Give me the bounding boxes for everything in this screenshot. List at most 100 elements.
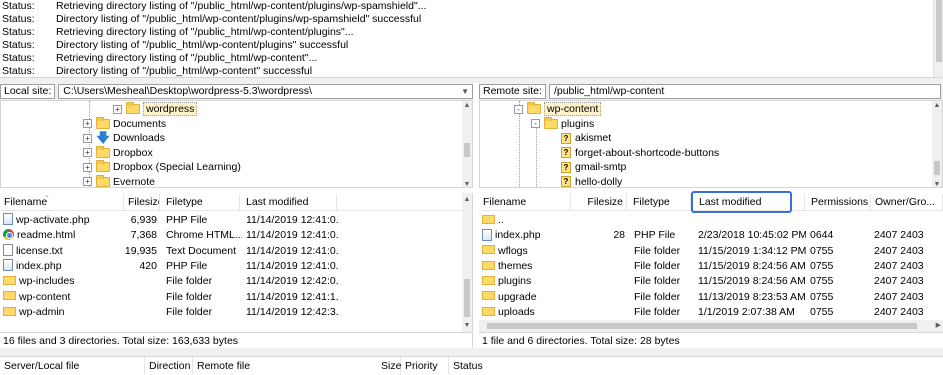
local-file-name-cell: index.php: [3, 259, 123, 274]
remote-file-row[interactable]: plugins File folder 11/15/2019 8:24:56 AM 0…: [479, 274, 943, 289]
remote-site-path-input[interactable]: /public_html/wp-content: [548, 84, 941, 99]
queue-col-priority[interactable]: Priority: [401, 357, 449, 375]
remote-file-modified: 11/15/2019 1:34:12 PM: [698, 244, 806, 257]
remote-file-type: PHP File: [634, 229, 676, 242]
local-col-last-modified[interactable]: Last modified: [242, 194, 337, 211]
chevron-down-icon[interactable]: ▼: [461, 85, 469, 98]
expand-toggle-icon[interactable]: +: [83, 133, 92, 143]
remote-col-permissions[interactable]: Permissions: [807, 194, 871, 211]
remote-file-row[interactable]: themes File folder 11/15/2019 8:24:56 AM 07…: [479, 259, 943, 274]
queue-col-status[interactable]: Status: [449, 357, 549, 375]
local-file-row[interactable]: index.php 420 PHP File 11/14/2019 12:41:0..…: [0, 259, 463, 274]
remote-tree-item[interactable]: ? akismet: [561, 131, 611, 145]
remote-file-permissions: 0755: [810, 275, 834, 288]
local-tree-item[interactable]: + 🡇 Downloads: [83, 131, 165, 145]
local-file-type: Text Document: [166, 244, 237, 257]
expand-toggle-icon[interactable]: +: [113, 104, 122, 114]
remote-tree-item[interactable]: - plugins: [531, 116, 595, 131]
local-tree-item[interactable]: + wordpress: [113, 102, 198, 116]
remote-file-permissions: 0755: [810, 244, 834, 257]
remote-tree-item[interactable]: ? gmail-smtp: [561, 160, 626, 174]
download-arrow-icon: 🡇: [96, 130, 110, 145]
transfer-queue[interactable]: Server/Local file Direction Remote file …: [0, 356, 943, 375]
local-file-list[interactable]: Filename Filesize Filetype Last modified…: [0, 193, 473, 332]
expand-toggle-icon[interactable]: +: [83, 177, 92, 186]
remote-tree-item-label: plugins: [561, 117, 595, 130]
php-file-icon: [3, 213, 13, 226]
remote-file-size: 28: [613, 229, 625, 242]
expand-toggle-icon[interactable]: +: [83, 148, 92, 157]
remote-col-filetype[interactable]: Filetype: [629, 194, 691, 211]
local-file-row[interactable]: wp-content File folder 11/14/2019 12:41:1.…: [0, 290, 463, 305]
folder-icon: [96, 160, 110, 172]
local-status-line: 16 files and 3 directories. Total size: …: [0, 332, 473, 348]
local-file-row[interactable]: wp-includes File folder 11/14/2019 12:42:0…: [0, 274, 463, 289]
remote-list-hscrollbar[interactable]: ▶: [479, 320, 943, 332]
message-log[interactable]: Status: Retrieving directory listing of "…: [0, 0, 943, 78]
folder-icon: [482, 214, 495, 224]
local-col-filesize[interactable]: Filesize: [124, 194, 160, 211]
local-col-filename[interactable]: Filename: [0, 194, 124, 211]
local-file-modified: 11/14/2019 12:41:0...: [246, 229, 338, 242]
log-entry: Status: Retrieving directory listing of "…: [0, 52, 943, 65]
remote-file-modified: 1/1/2019 2:07:38 AM: [698, 305, 795, 318]
remote-file-owner: 2407 2403: [874, 275, 924, 288]
remote-tree-item[interactable]: - wp-content: [514, 102, 602, 116]
remote-file-row[interactable]: index.php 28 PHP File 2/23/2018 10:45:02 PM…: [479, 228, 943, 243]
remote-file-modified: 11/15/2019 8:24:56 AM: [698, 275, 806, 288]
local-file-type: Chrome HTML...: [166, 229, 242, 242]
queue-col-direction[interactable]: Direction: [145, 357, 193, 375]
remote-file-row[interactable]: upgrade File folder 11/13/2019 8:23:53 AM 0…: [479, 290, 943, 305]
local-file-modified: 11/14/2019 12:41:1...: [246, 290, 338, 303]
local-site-path: C:\Users\Mesheal\Desktop\wordpress-5.3\w…: [63, 85, 312, 97]
expand-toggle-icon[interactable]: +: [83, 162, 92, 172]
remote-tree-scrollbar[interactable]: ▲ ▼: [932, 101, 942, 187]
remote-status-line: 1 file and 6 directories. Total size: 28…: [479, 332, 943, 348]
remote-tree-item[interactable]: ? hello-dolly: [561, 175, 622, 187]
queue-col-size[interactable]: Size: [377, 357, 401, 375]
remote-file-row[interactable]: wflogs File folder 11/15/2019 1:34:12 PM 07…: [479, 244, 943, 259]
local-file-size: 19,935: [124, 244, 157, 257]
remote-col-owner-group[interactable]: Owner/Gro...: [871, 194, 943, 211]
local-directory-tree[interactable]: + wordpress + Documents + 🡇 Downloads + Dropbox +…: [0, 100, 473, 188]
local-file-row[interactable]: wp-activate.php 6,939 PHP File 11/14/2019 1…: [0, 213, 463, 228]
local-tree-item[interactable]: + Dropbox: [83, 145, 153, 160]
collapse-toggle-icon[interactable]: -: [514, 104, 523, 114]
log-entry: Status: Directory listing of "/public_htm…: [0, 65, 943, 77]
remote-directory-tree[interactable]: - wp-content - plugins? akismet? forget-about…: [479, 100, 943, 188]
local-file-row[interactable]: readme.html 7,368 Chrome HTML... 11/14/2019…: [0, 228, 463, 243]
remote-file-permissions: 0755: [810, 259, 834, 272]
log-entry-message: Directory listing of "/public_html/wp-co…: [56, 13, 422, 25]
unknown-folder-icon: ?: [561, 161, 571, 173]
remote-col-filesize[interactable]: Filesize: [571, 194, 627, 211]
local-file-modified: 11/14/2019 12:42:0...: [246, 275, 338, 288]
local-file-row[interactable]: license.txt 19,935 Text Document 11/14/2019…: [0, 243, 463, 259]
local-tree-scrollbar[interactable]: ▲ ▼: [462, 101, 472, 187]
local-tree-item[interactable]: + Evernote: [83, 174, 155, 187]
local-tree-item-label: Downloads: [113, 132, 165, 144]
remote-file-row[interactable]: ..: [479, 213, 943, 228]
queue-col-server-local-file[interactable]: Server/Local file: [0, 357, 145, 375]
queue-splitter[interactable]: [0, 348, 943, 356]
local-tree-item[interactable]: + Documents: [83, 116, 166, 131]
local-list-scrollbar[interactable]: ▲ ▼: [462, 193, 472, 332]
local-file-row[interactable]: wp-admin File folder 11/14/2019 12:42:3...: [0, 305, 463, 320]
unknown-folder-icon: ?: [561, 132, 571, 144]
remote-file-list[interactable]: Filename Filesize Filetype Last modified…: [479, 193, 943, 332]
local-tree-item[interactable]: + Dropbox (Special Learning): [83, 160, 241, 174]
expand-toggle-icon[interactable]: +: [83, 119, 92, 128]
remote-file-row[interactable]: uploads File folder 1/1/2019 2:07:38 AM 075…: [479, 305, 943, 320]
queue-col-remote-file[interactable]: Remote file: [193, 357, 401, 375]
local-site-label: Local site:: [0, 84, 56, 99]
folder-icon: [527, 102, 541, 114]
message-log-scrollbar[interactable]: [933, 0, 943, 77]
local-tree-item-label: wordpress: [143, 102, 198, 116]
remote-col-filename[interactable]: Filename: [479, 194, 571, 211]
local-site-path-combo[interactable]: C:\Users\Mesheal\Desktop\wordpress-5.3\w…: [58, 84, 473, 99]
local-col-filetype[interactable]: Filetype: [162, 194, 240, 211]
collapse-toggle-icon[interactable]: -: [531, 119, 540, 128]
remote-file-name: ..: [498, 214, 504, 226]
log-entry-message: Retrieving directory listing of "/public…: [56, 0, 427, 12]
remote-tree-item[interactable]: ? forget-about-shortcode-buttons: [561, 146, 719, 160]
folder-icon: [3, 275, 16, 285]
